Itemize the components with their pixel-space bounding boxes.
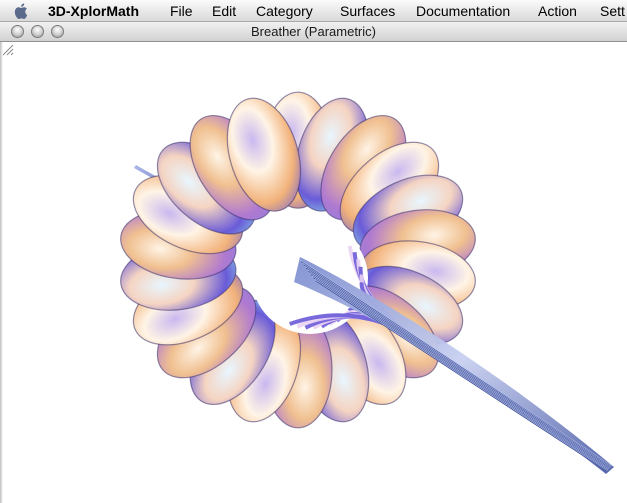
- window-title-bar[interactable]: Breather (Parametric): [0, 22, 627, 42]
- surface-view[interactable]: [0, 42, 627, 503]
- window-left-edge: [0, 42, 3, 503]
- menu-edit[interactable]: Edit: [212, 3, 236, 19]
- menu-surfaces[interactable]: Surfaces: [340, 3, 395, 19]
- breather-surface-render[interactable]: [0, 42, 627, 503]
- apple-icon[interactable]: [13, 2, 31, 20]
- menu-action[interactable]: Action: [538, 3, 577, 19]
- menu-category[interactable]: Category: [256, 3, 313, 19]
- menu-app-name[interactable]: 3D-XplorMath: [48, 3, 139, 19]
- window-title: Breather (Parametric): [251, 24, 376, 39]
- menu-settings[interactable]: Sett: [600, 3, 625, 19]
- menu-file[interactable]: File: [170, 3, 193, 19]
- menu-documentation[interactable]: Documentation: [416, 3, 510, 19]
- menu-bar: 3D-XplorMath File Edit Category Surfaces…: [0, 0, 627, 22]
